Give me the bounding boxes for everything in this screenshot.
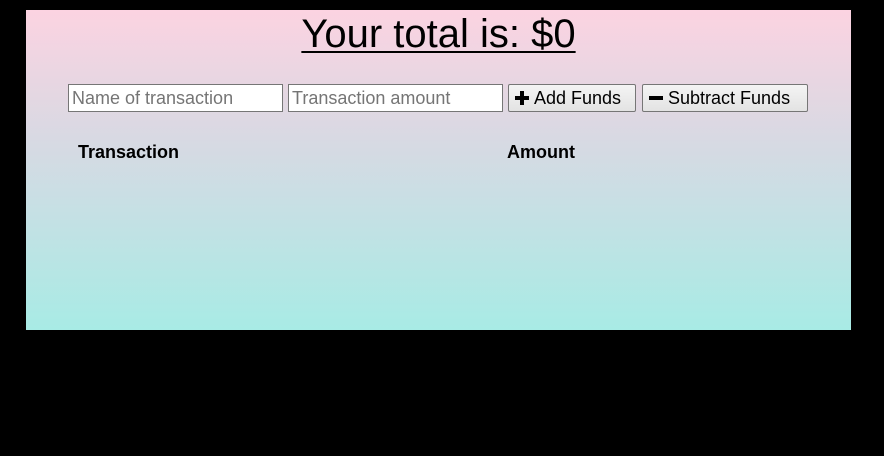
table-header-row: Transaction Amount <box>78 141 798 163</box>
transaction-amount-input[interactable] <box>288 84 503 112</box>
minus-icon <box>649 91 663 105</box>
add-funds-button[interactable]: Add Funds <box>508 84 636 112</box>
column-header-amount: Amount <box>507 141 575 162</box>
transactions-table: Transaction Amount <box>78 141 798 163</box>
total-heading: Your total is: $0 <box>301 12 576 56</box>
column-header-transaction: Transaction <box>78 141 180 162</box>
add-funds-label: Add Funds <box>534 87 622 108</box>
subtract-funds-button[interactable]: Subtract Funds <box>642 84 808 112</box>
plus-icon <box>515 91 529 105</box>
budget-panel: Your total is: $0 Add Funds Subtract Fun… <box>26 10 851 330</box>
subtract-funds-label: Subtract Funds <box>668 87 791 108</box>
transaction-name-input[interactable] <box>68 84 283 112</box>
